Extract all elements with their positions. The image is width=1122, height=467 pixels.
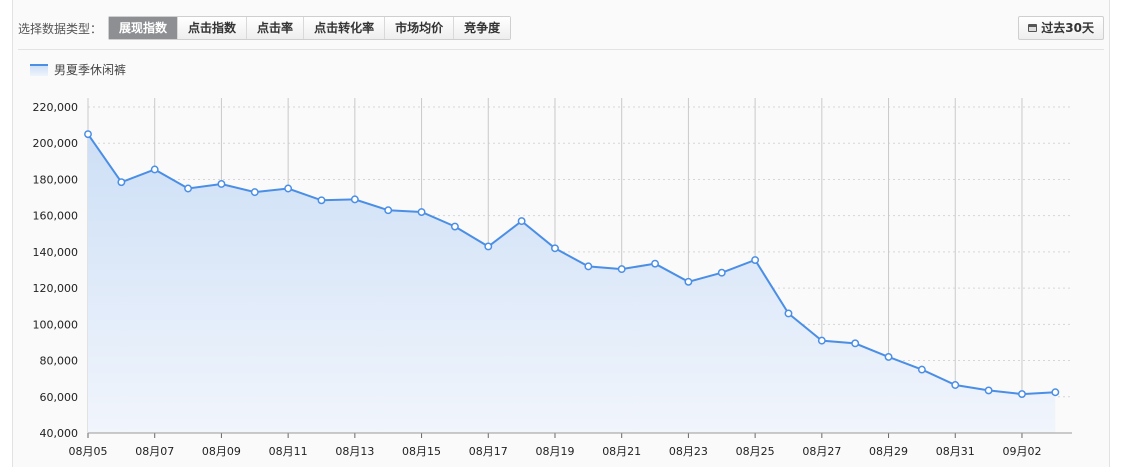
y-tick-label: 220,000 — [33, 101, 79, 114]
data-point[interactable] — [184, 184, 193, 193]
x-tick-label: 08月15 — [402, 445, 441, 458]
y-tick-label: 60,000 — [40, 391, 79, 404]
x-tick-labels: 08月05 08月07 08月09 08月11 08月13 08月15 08月17 08月19… — [69, 445, 1042, 458]
x-tick-label: 08月25 — [736, 445, 775, 458]
x-tick-label: 08月29 — [869, 445, 908, 458]
area-chart: 40,000 60,000 80,000 100,000 120,000 140,000 1… — [33, 98, 1072, 458]
data-point[interactable] — [84, 130, 92, 139]
data-point[interactable] — [150, 165, 159, 174]
data-point[interactable] — [584, 262, 593, 271]
data-point[interactable] — [484, 242, 493, 251]
data-point[interactable] — [284, 184, 293, 193]
data-point[interactable] — [817, 336, 826, 345]
y-tick-labels: 40,000 60,000 80,000 100,000 120,000 140,000 1… — [33, 101, 79, 440]
data-point[interactable] — [1051, 388, 1060, 397]
x-tick-label: 08月11 — [269, 445, 308, 458]
y-tick-label: 140,000 — [33, 246, 79, 259]
data-point[interactable] — [951, 381, 960, 389]
y-tick-label: 160,000 — [33, 210, 79, 223]
data-point[interactable] — [417, 208, 426, 216]
y-tick-label: 40,000 — [40, 427, 79, 440]
y-tick-label: 200,000 — [33, 137, 79, 150]
data-point[interactable] — [250, 188, 259, 197]
x-tick-label: 08月31 — [936, 445, 975, 458]
x-tick-label: 08月19 — [535, 445, 574, 458]
x-tick-label: 08月13 — [335, 445, 374, 458]
data-point[interactable] — [450, 222, 459, 231]
data-point[interactable] — [651, 259, 660, 268]
data-point[interactable] — [851, 339, 860, 348]
data-point[interactable] — [984, 386, 993, 395]
y-tick-label: 180,000 — [33, 173, 79, 186]
y-tick-label: 80,000 — [40, 355, 79, 368]
y-tick-label: 120,000 — [33, 282, 79, 295]
x-tick-label: 08月23 — [669, 445, 708, 458]
data-point[interactable] — [384, 206, 393, 215]
data-point[interactable] — [617, 265, 626, 274]
x-tick-label: 09月02 — [1002, 445, 1041, 458]
x-tick-label: 08月05 — [69, 445, 108, 458]
data-point[interactable] — [684, 277, 693, 286]
data-point[interactable] — [917, 365, 926, 374]
data-point[interactable] — [717, 268, 726, 277]
data-point[interactable] — [751, 256, 760, 264]
x-tick-label: 08月17 — [469, 445, 508, 458]
data-point[interactable] — [350, 195, 359, 204]
x-tick-label: 08月27 — [802, 445, 841, 458]
data-point[interactable] — [784, 309, 793, 318]
x-tick-label: 08月09 — [202, 445, 241, 458]
data-point[interactable] — [1018, 390, 1026, 399]
y-tick-label: 100,000 — [33, 318, 79, 331]
x-tick-label: 08月07 — [135, 445, 174, 458]
data-point[interactable] — [551, 244, 559, 253]
data-point[interactable] — [884, 352, 893, 361]
data-point[interactable] — [217, 180, 226, 188]
data-point[interactable] — [317, 196, 326, 205]
x-tick-label: 08月21 — [602, 445, 641, 458]
data-point[interactable] — [517, 217, 526, 226]
data-point[interactable] — [117, 178, 126, 187]
